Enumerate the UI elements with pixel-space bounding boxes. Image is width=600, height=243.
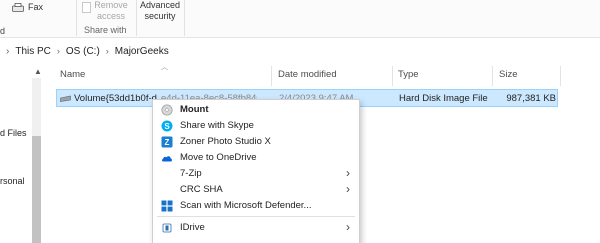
menu-item-label: Mount: [180, 104, 209, 115]
menu-item-scan-with-defender[interactable]: Scan with Microsoft Defender...: [153, 198, 359, 214]
ribbon-edge-label: d: [0, 26, 6, 36]
idrive-icon: [162, 223, 172, 233]
disc-icon: [161, 104, 173, 116]
chevron-right-icon[interactable]: ›: [106, 46, 109, 56]
column-divider[interactable]: [392, 66, 393, 86]
disk-image-icon: [60, 95, 71, 102]
remove-access-button[interactable]: Remove access: [82, 0, 132, 22]
scroll-up-icon[interactable]: ▲: [34, 67, 42, 76]
menu-item-share-with-skype[interactable]: S Share with Skype: [153, 118, 359, 134]
menu-separator: [157, 216, 355, 217]
column-header-date-modified[interactable]: Date modified: [278, 69, 337, 80]
menu-item-label: Share with Skype: [180, 120, 254, 131]
sort-ascending-icon: ︿: [161, 64, 168, 71]
ribbon: d Fax Remove access Share with Advanced …: [0, 0, 600, 38]
ribbon-divider: [136, 0, 137, 36]
menu-item-label: Zoner Photo Studio X: [180, 136, 271, 147]
remove-access-label: Remove access: [94, 0, 128, 21]
context-menu: Mount S Share with Skype Z Zoner Photo S…: [152, 99, 360, 243]
menu-item-label: Move to OneDrive: [180, 152, 257, 163]
column-divider[interactable]: [492, 66, 493, 86]
nav-item-personal[interactable]: rsonal: [0, 176, 25, 186]
ribbon-divider: [184, 0, 185, 36]
column-header-size[interactable]: Size: [499, 69, 517, 80]
column-header-name[interactable]: Name: [60, 69, 85, 80]
zoner-icon: Z: [161, 136, 173, 148]
menu-item-move-to-onedrive[interactable]: Move to OneDrive: [153, 150, 359, 166]
menu-item-label: IDrive: [180, 222, 205, 233]
svg-text:Z: Z: [165, 138, 170, 147]
breadcrumb-this-pc[interactable]: This PC: [15, 46, 51, 57]
file-type: Hard Disk Image File: [399, 93, 488, 104]
column-header-type[interactable]: Type: [398, 69, 419, 80]
menu-item-label: CRC SHA: [180, 184, 223, 195]
address-bar[interactable]: › This PC › OS (C:) › MajorGeeks: [0, 38, 600, 64]
fax-icon: [12, 2, 24, 12]
fax-button[interactable]: Fax: [12, 2, 43, 12]
menu-item-zoner-photo-studio[interactable]: Z Zoner Photo Studio X: [153, 134, 359, 150]
menu-item-crc-sha[interactable]: CRC SHA ›: [153, 182, 359, 198]
menu-item-7zip[interactable]: 7-Zip ›: [153, 166, 359, 182]
column-divider[interactable]: [560, 66, 561, 86]
chevron-right-icon: ›: [6, 45, 10, 57]
svg-text:S: S: [164, 122, 170, 131]
breadcrumb-majorgeeks[interactable]: MajorGeeks: [115, 46, 169, 57]
remove-access-icon: [82, 2, 91, 13]
chevron-right-icon[interactable]: ›: [57, 46, 60, 56]
chevron-right-icon: ›: [346, 220, 350, 234]
share-with-group-label: Share with: [84, 25, 127, 35]
chevron-right-icon: ›: [346, 166, 350, 180]
navigation-pane: d Files rsonal ▲: [0, 64, 44, 243]
advanced-security-button[interactable]: Advanced security: [140, 0, 180, 22]
column-divider[interactable]: [271, 66, 272, 86]
nav-item-files[interactable]: d Files: [0, 128, 27, 138]
menu-item-label: Scan with Microsoft Defender...: [180, 200, 312, 211]
file-size: 987,381 KB: [506, 93, 556, 104]
onedrive-icon: [162, 156, 172, 162]
menu-item-label: 7-Zip: [180, 168, 202, 179]
menu-item-mount[interactable]: Mount: [153, 102, 359, 118]
ribbon-divider: [76, 0, 77, 36]
menu-item-idrive[interactable]: IDrive ›: [153, 220, 359, 236]
defender-icon: [161, 200, 173, 212]
chevron-right-icon: ›: [346, 182, 350, 196]
advanced-security-label: Advanced security: [140, 0, 181, 21]
fax-label: Fax: [28, 2, 44, 12]
skype-icon: S: [161, 120, 173, 132]
breadcrumb-os-drive[interactable]: OS (C:): [66, 46, 100, 57]
nav-scrollbar-thumb[interactable]: [32, 136, 41, 243]
file-name: Volume{53dd1b0f-d: [74, 93, 157, 104]
